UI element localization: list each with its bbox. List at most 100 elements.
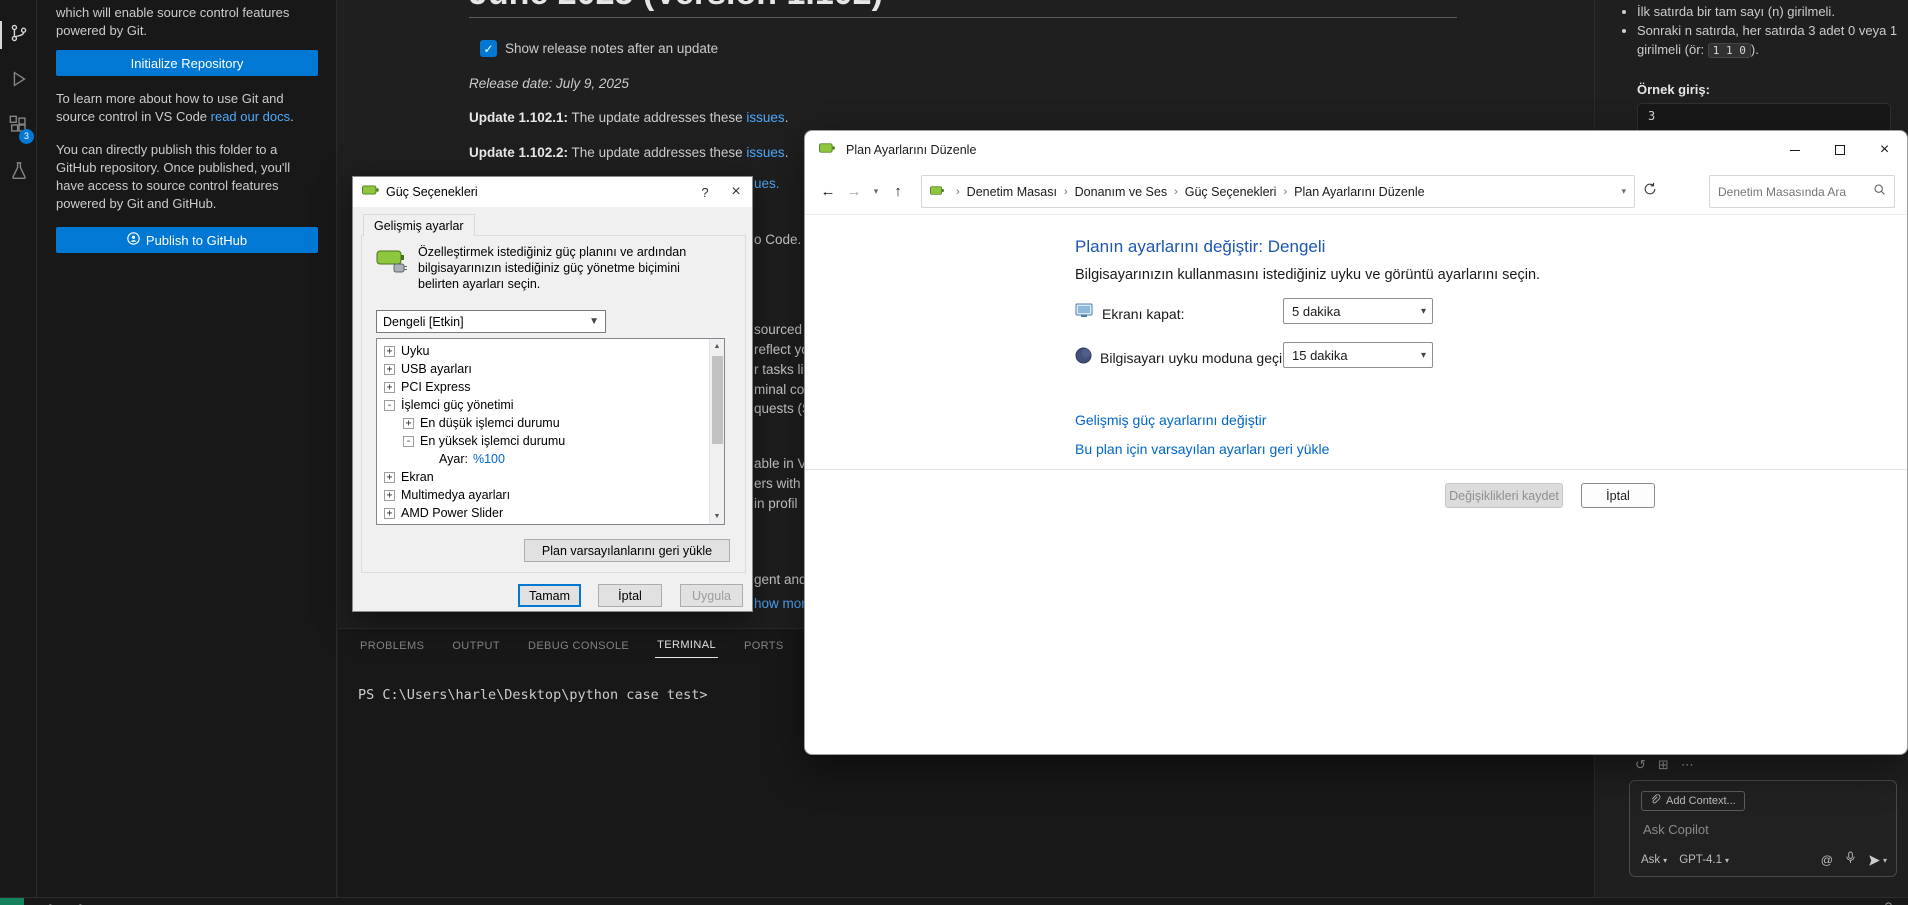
search-box[interactable]: [1709, 175, 1895, 208]
display-row-label: Ekranı kapat:: [1102, 305, 1185, 322]
chat-input-container[interactable]: Add Context... Ask Copilot Ask ▾ GPT-4.1 ▾…: [1629, 780, 1897, 877]
terminal-prompt[interactable]: PS C:\Users\harle\Desktop\python case te…: [358, 687, 708, 703]
tree-item: + Uyku: [377, 342, 724, 360]
editor-text-fragment: o Code.: [754, 232, 802, 247]
tree-item: - En yüksek işlemci durumu: [377, 432, 724, 450]
editor-text-fragment: r tasks li: [754, 362, 804, 377]
tab-advanced-settings[interactable]: Gelişmiş ayarlar: [363, 214, 475, 236]
cancel-button[interactable]: İptal: [1581, 483, 1655, 508]
setting-value[interactable]: %100: [473, 452, 505, 466]
editor-text-fragment: reflect yo: [754, 342, 809, 357]
dialog-title-bar[interactable]: Güç Seçenekleri ? ×: [353, 177, 752, 207]
turn-off-display-row: Ekranı kapat:: [1075, 303, 1185, 324]
issues-link[interactable]: issues: [746, 145, 784, 160]
dialog-title: Güç Seçenekleri: [386, 185, 478, 199]
tree-item: - İşlemci güç yönetimi: [377, 396, 724, 414]
tab-terminal[interactable]: TERMINAL: [655, 629, 718, 658]
breadcrumb-item-edit-plan-settings[interactable]: Plan Ayarlarını Düzenle: [1294, 185, 1424, 199]
send-button[interactable]: ▾: [1868, 854, 1887, 867]
power-options-small-icon: [930, 183, 945, 201]
chevron-down-icon: ▾: [1882, 855, 1887, 865]
add-context-button[interactable]: Add Context...: [1641, 791, 1745, 811]
tab-output[interactable]: OUTPUT: [450, 630, 502, 658]
breadcrumb-bar[interactable]: › Denetim Masası › Donanım ve Ses › Güç …: [921, 175, 1635, 208]
close-icon[interactable]: ×: [1862, 131, 1907, 169]
tab-ports[interactable]: PORTS: [742, 630, 786, 658]
breadcrumb-dropdown-chevron-icon[interactable]: ▾: [1621, 186, 1626, 197]
publish-to-github-button[interactable]: Publish to GitHub: [56, 227, 318, 253]
power-settings-tree[interactable]: + Uyku + USB ayarları + PCI Express - İşlemc…: [376, 338, 725, 525]
sleep-moon-icon: [1075, 347, 1092, 369]
microphone-icon[interactable]: [1845, 851, 1856, 869]
tree-scrollbar[interactable]: ▲ ▼: [709, 339, 724, 524]
source-control-activity-button[interactable]: [0, 12, 37, 58]
breadcrumb-chevron: ›: [956, 185, 960, 198]
refresh-icon[interactable]: [1643, 182, 1657, 201]
minimize-icon[interactable]: [1772, 131, 1817, 169]
breadcrumb-item-hardware-sound[interactable]: Donanım ve Ses: [1075, 185, 1167, 199]
ok-button[interactable]: Tamam: [518, 584, 581, 607]
scroll-up-icon[interactable]: ▲: [710, 339, 724, 354]
save-changes-button[interactable]: Değişiklikleri kaydet: [1445, 483, 1563, 508]
help-button[interactable]: ?: [690, 177, 720, 207]
release-notes-checkbox-row: ✓ Show release notes after an update: [480, 40, 718, 57]
power-options-dialog: Güç Seçenekleri ? × Gelişmiş ayarlar Öze…: [352, 176, 753, 612]
power-plan-icon: [376, 246, 408, 281]
editor-text-fragment: gent and: [754, 572, 807, 587]
publish-intro-text: You can directly publish this folder to …: [56, 142, 291, 211]
inline-code: 1 1 0: [1707, 43, 1751, 58]
extensions-activity-button[interactable]: 3: [0, 104, 37, 150]
plan-combobox[interactable]: Dengeli [Etkin] ▼: [376, 310, 606, 333]
mode-picker[interactable]: Ask ▾: [1641, 854, 1667, 866]
recent-pages-chevron-icon[interactable]: ▾: [867, 186, 885, 197]
forward-icon[interactable]: →: [841, 183, 867, 200]
editor-text-fragment: how mor: [754, 596, 806, 611]
run-debug-icon: [8, 68, 30, 95]
issues-link[interactable]: issues: [746, 110, 784, 125]
read-our-docs-link[interactable]: read our docs: [211, 109, 291, 124]
chevron-down-icon: ▼: [589, 316, 599, 327]
window-title-bar[interactable]: Plan Ayarlarını Düzenle ×: [805, 131, 1907, 169]
more-actions-icon[interactable]: ⋯: [1681, 757, 1694, 773]
run-debug-activity-button[interactable]: [0, 58, 37, 104]
tree-item: + AMD Power Slider: [377, 504, 724, 522]
restore-plan-defaults-button[interactable]: Plan varsayılanlarını geri yükle: [524, 539, 730, 562]
search-input[interactable]: [1718, 184, 1873, 199]
chevron-down-icon: ▾: [1420, 305, 1426, 317]
remote-indicator[interactable]: ><: [0, 898, 24, 905]
tab-problems[interactable]: PROBLEMS: [358, 630, 426, 658]
breadcrumb-item-control-panel[interactable]: Denetim Masası: [967, 185, 1057, 199]
turn-off-display-select[interactable]: 5 dakika ▾: [1283, 298, 1433, 324]
testing-activity-button[interactable]: [0, 150, 37, 196]
cancel-button[interactable]: İptal: [598, 584, 662, 607]
apply-button[interactable]: Uygula: [680, 584, 743, 607]
sleep-select[interactable]: 15 dakika ▾: [1283, 342, 1433, 368]
desktop: 3 ⚙ which will enable source control fea…: [0, 0, 1908, 905]
chevron-down-icon: ▾: [1663, 855, 1668, 865]
chat-input-placeholder[interactable]: Ask Copilot: [1643, 822, 1709, 837]
checkbox-checked[interactable]: ✓: [480, 40, 497, 57]
bell-icon[interactable]: [1883, 900, 1894, 905]
up-icon[interactable]: ↑: [885, 183, 911, 200]
update-line-2: Update 1.102.2: The update addresses the…: [469, 145, 789, 160]
model-picker[interactable]: GPT-4.1 ▾: [1679, 854, 1729, 866]
maximize-icon[interactable]: [1817, 131, 1862, 169]
restore-defaults-link[interactable]: Bu plan için varsayılan ayarları geri yü…: [1075, 441, 1329, 457]
open-editor-icon[interactable]: ⊞: [1658, 757, 1669, 773]
source-control-icon: [8, 22, 30, 49]
scrollbar-thumb[interactable]: [712, 356, 723, 444]
mention-icon[interactable]: @: [1821, 853, 1833, 867]
scroll-down-icon[interactable]: ▼: [710, 509, 724, 524]
breadcrumb-item-power-options[interactable]: Güç Seçenekleri: [1185, 185, 1277, 199]
heading-divider: [469, 17, 1457, 18]
attach-icon: [1650, 792, 1661, 810]
initialize-repository-button[interactable]: Initialize Repository: [56, 50, 318, 76]
history-icon[interactable]: ↺: [1635, 757, 1646, 773]
breadcrumb-chevron: ›: [1063, 185, 1068, 198]
vscode-status-bar: >< ⊘0 ⚠0: [0, 897, 1908, 905]
editor-text-fragment: able in V: [754, 456, 807, 471]
advanced-power-settings-link[interactable]: Gelişmiş güç ayarlarını değiştir: [1075, 412, 1266, 428]
tab-debug-console[interactable]: DEBUG CONSOLE: [526, 630, 631, 658]
close-icon[interactable]: ×: [720, 177, 752, 207]
back-icon[interactable]: ←: [815, 183, 841, 200]
